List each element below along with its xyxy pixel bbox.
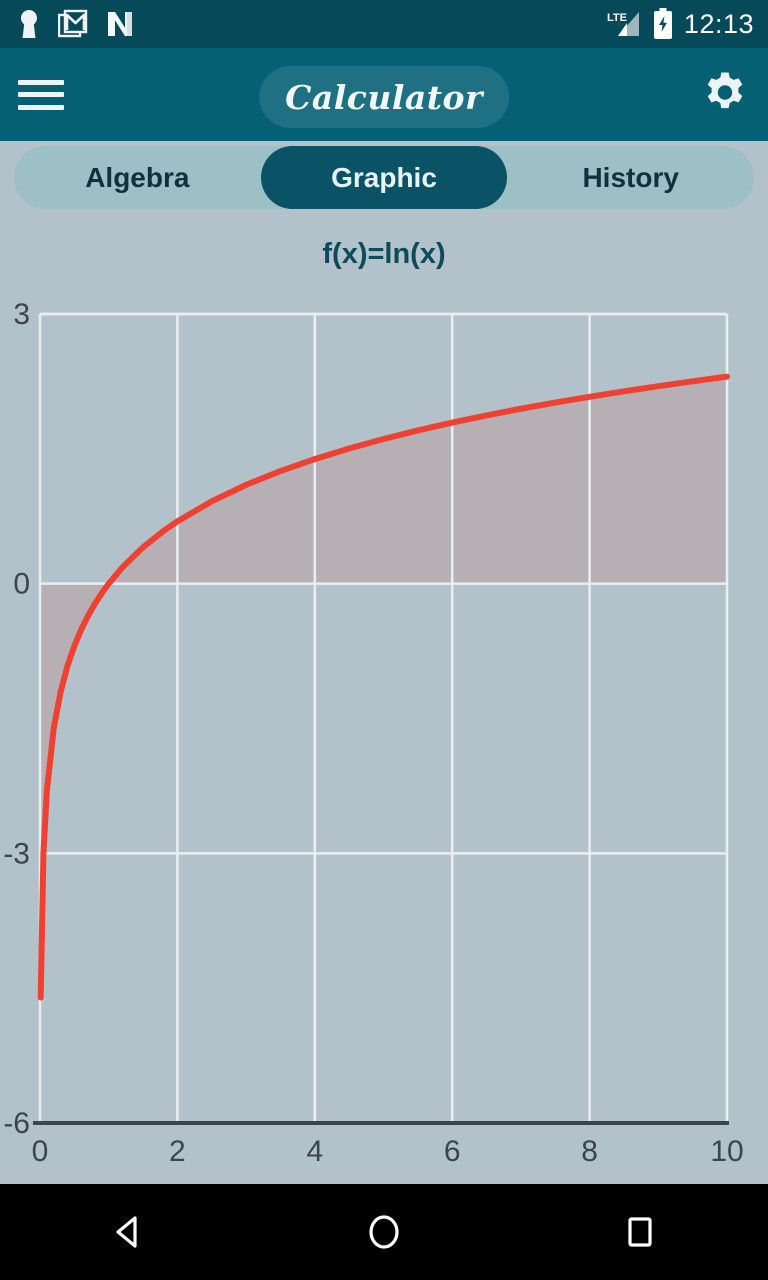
svg-text:LTE: LTE bbox=[607, 12, 627, 24]
android-nav-bar bbox=[0, 1184, 768, 1280]
x-tick-label: 2 bbox=[169, 1135, 186, 1168]
y-tick-label: 0 bbox=[13, 568, 30, 601]
gear-icon[interactable] bbox=[702, 69, 748, 120]
x-tick-label: 8 bbox=[581, 1135, 598, 1168]
x-tick-label: 6 bbox=[444, 1135, 461, 1168]
graph-panel: f(x)=ln(x) 0 2 4 6 8 10 3 0 -3 -6 bbox=[0, 216, 768, 1184]
x-tick-label: 0 bbox=[32, 1135, 49, 1168]
x-tick-label: 4 bbox=[306, 1135, 323, 1168]
area-fill bbox=[40, 376, 727, 998]
recents-square-icon[interactable] bbox=[580, 1184, 700, 1280]
tab-bar: Algebra Graphic History bbox=[14, 146, 754, 209]
status-clock: 12:13 bbox=[683, 8, 754, 39]
signal-bars-icon: LTE bbox=[607, 12, 639, 36]
y-tick-label: -6 bbox=[3, 1107, 30, 1140]
gmail-icon bbox=[58, 9, 88, 38]
status-notification-icons bbox=[18, 9, 134, 39]
home-circle-icon[interactable] bbox=[324, 1184, 444, 1280]
status-system-icons: LTE 12:13 bbox=[606, 8, 754, 40]
hamburger-menu-icon[interactable] bbox=[18, 79, 64, 110]
status-bar: LTE 12:13 bbox=[0, 0, 768, 48]
netflix-n-icon bbox=[108, 12, 132, 36]
tab-graphic[interactable]: Graphic bbox=[260, 146, 508, 209]
battery-charging-icon bbox=[653, 8, 672, 39]
y-tick-label: 3 bbox=[13, 298, 30, 331]
app-title-pill: Calculator bbox=[259, 66, 509, 128]
function-plot[interactable]: 0 2 4 6 8 10 3 0 -3 -6 bbox=[0, 216, 768, 1184]
x-tick-label: 10 bbox=[710, 1135, 743, 1168]
app-bar: Calculator bbox=[0, 48, 768, 141]
y-tick-label: -3 bbox=[3, 837, 30, 870]
tab-history[interactable]: History bbox=[507, 146, 754, 209]
keyhole-icon bbox=[21, 10, 37, 38]
page-title: Calculator bbox=[285, 77, 483, 117]
phone-screen: LTE 12:13 Calculator Algebra Graphic His… bbox=[0, 0, 768, 1280]
tab-algebra[interactable]: Algebra bbox=[14, 146, 261, 209]
back-triangle-icon[interactable] bbox=[68, 1184, 188, 1280]
